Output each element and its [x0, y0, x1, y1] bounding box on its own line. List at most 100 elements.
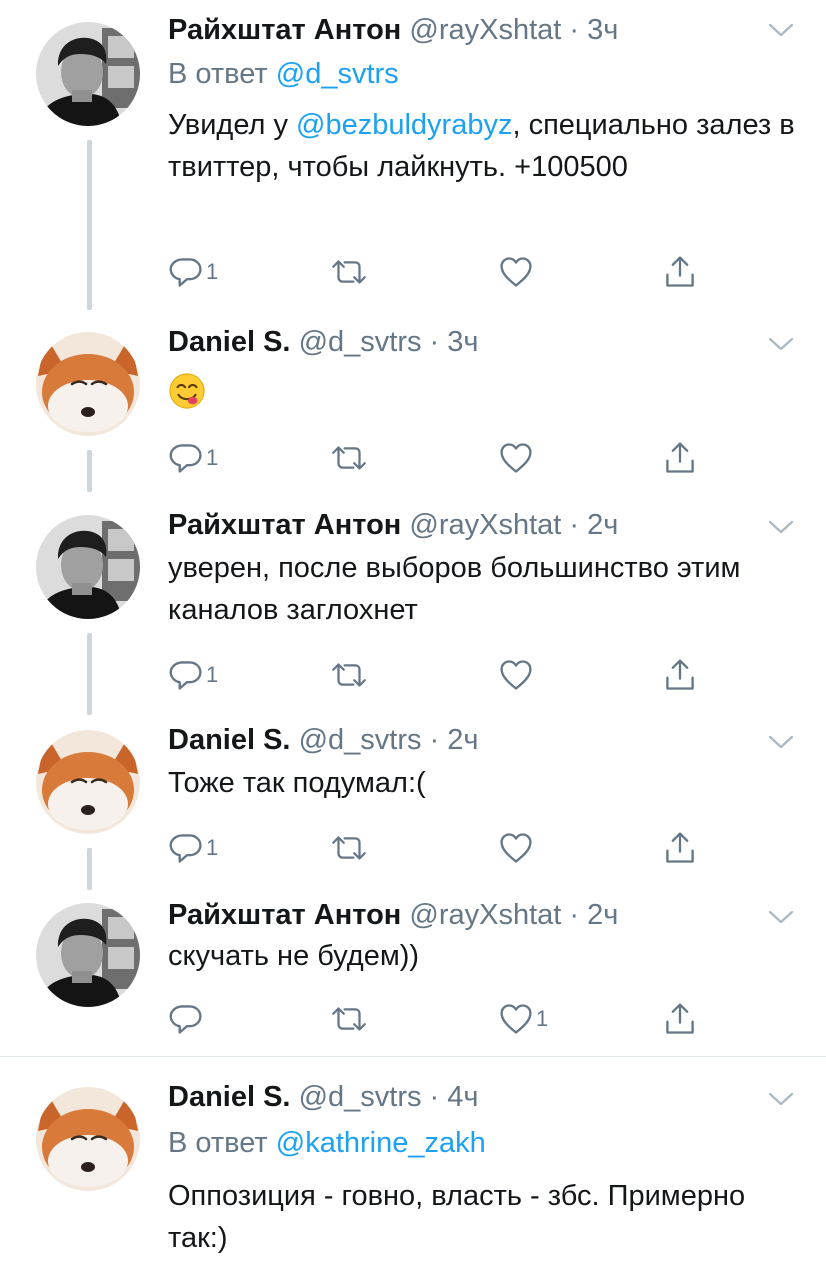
action-bar: 1: [168, 999, 708, 1039]
display-name[interactable]: Daniel S.: [168, 1081, 291, 1113]
user-handle[interactable]: @d_svtrs: [299, 1081, 422, 1113]
tweet-header: Райхштат Антон @rayXshtat · 3ч: [168, 12, 618, 48]
heart-icon: [498, 830, 534, 866]
chevron-down-icon[interactable]: [766, 907, 796, 927]
reply-icon: [168, 1001, 204, 1037]
share-icon: [662, 254, 698, 290]
reply-prefix: В ответ: [168, 1127, 268, 1159]
action-bar: 1: [168, 655, 708, 695]
like-button[interactable]: [498, 438, 536, 478]
heart-icon: [498, 657, 534, 693]
action-bar: 1: [168, 252, 708, 292]
tweet[interactable]: Daniel S. @d_svtrs · 3ч 1: [0, 322, 826, 492]
like-button[interactable]: 1: [498, 999, 548, 1039]
reply-prefix: В ответ: [168, 58, 268, 90]
reply-button[interactable]: 1: [168, 828, 218, 868]
timestamp[interactable]: 2ч: [587, 899, 618, 931]
separator-dot: ·: [429, 1081, 440, 1113]
share-button[interactable]: [662, 438, 698, 478]
share-button[interactable]: [662, 252, 698, 292]
heart-icon: [498, 254, 534, 290]
tweet[interactable]: Daniel S. @d_svtrs · 2ч Тоже так подумал…: [0, 720, 826, 890]
like-button[interactable]: [498, 655, 536, 695]
retweet-icon: [328, 254, 370, 290]
reply-icon: [168, 830, 204, 866]
reply-context: В ответ @kathrine_zakh: [168, 1125, 486, 1161]
like-button[interactable]: [498, 252, 536, 292]
share-icon: [662, 657, 698, 693]
timestamp[interactable]: 4ч: [447, 1081, 478, 1113]
tweet[interactable]: Райхштат Антон @rayXshtat · 3ч В ответ @…: [0, 12, 826, 312]
retweet-button[interactable]: [328, 438, 370, 478]
divider: [0, 1056, 826, 1057]
retweet-icon: [328, 830, 370, 866]
thread-line: [87, 450, 92, 492]
retweet-button[interactable]: [328, 655, 370, 695]
reply-context: В ответ @d_svtrs: [168, 56, 399, 92]
user-handle[interactable]: @d_svtrs: [299, 326, 422, 358]
tweet-header: Райхштат Антон @rayXshtat · 2ч: [168, 897, 618, 933]
display-name[interactable]: Райхштат Антон: [168, 509, 401, 541]
timestamp[interactable]: 3ч: [447, 326, 478, 358]
tweet-header: Daniel S. @d_svtrs · 2ч: [168, 722, 479, 758]
display-name[interactable]: Райхштат Антон: [168, 14, 401, 46]
avatar[interactable]: [36, 332, 140, 436]
timestamp[interactable]: 2ч: [447, 724, 478, 756]
display-name[interactable]: Райхштат Антон: [168, 899, 401, 931]
chevron-down-icon[interactable]: [766, 732, 796, 752]
avatar[interactable]: [36, 730, 140, 834]
retweet-icon: [328, 440, 370, 476]
tweet-text: уверен, после выборов большинство этим к…: [168, 552, 741, 626]
chevron-down-icon[interactable]: [766, 517, 796, 537]
separator-dot: ·: [569, 509, 580, 541]
avatar[interactable]: [36, 1087, 140, 1191]
timestamp[interactable]: 3ч: [587, 14, 618, 46]
reply-mention-link[interactable]: @d_svtrs: [276, 58, 399, 90]
text-part: Увидел у: [168, 109, 297, 141]
tweet[interactable]: Райхштат Антон @rayXshtat · 2ч уверен, п…: [0, 505, 826, 715]
user-handle[interactable]: @d_svtrs: [299, 724, 422, 756]
display-name[interactable]: Daniel S.: [168, 724, 291, 756]
timestamp[interactable]: 2ч: [587, 509, 618, 541]
reply-button[interactable]: [168, 999, 206, 1039]
tweet[interactable]: Daniel S. @d_svtrs · 4ч В ответ @kathrin…: [0, 1077, 826, 1280]
retweet-icon: [328, 1001, 370, 1037]
share-button[interactable]: [662, 828, 698, 868]
thread-line: [87, 848, 92, 890]
chevron-down-icon[interactable]: [766, 20, 796, 40]
share-button[interactable]: [662, 999, 698, 1039]
tweet-header: Daniel S. @d_svtrs · 4ч: [168, 1079, 479, 1115]
reply-button[interactable]: 1: [168, 655, 218, 695]
share-icon: [662, 1001, 698, 1037]
mention-link[interactable]: @bezbuldyrabyz: [296, 109, 512, 141]
thread-line: [87, 633, 92, 715]
reply-button[interactable]: 1: [168, 438, 218, 478]
user-handle[interactable]: @rayXshtat: [409, 509, 561, 541]
share-button[interactable]: [662, 655, 698, 695]
display-name[interactable]: Daniel S.: [168, 326, 291, 358]
chevron-down-icon[interactable]: [766, 1089, 796, 1109]
separator-dot: ·: [429, 326, 440, 358]
like-button[interactable]: [498, 828, 536, 868]
tweet[interactable]: Райхштат Антон @rayXshtat · 2ч скучать н…: [0, 895, 826, 1055]
separator-dot: ·: [569, 14, 580, 46]
reply-mention-link[interactable]: @kathrine_zakh: [276, 1127, 486, 1159]
avatar[interactable]: [36, 22, 140, 126]
tweet-text: Тоже так подумал:(: [168, 767, 426, 799]
action-bar: 1: [168, 438, 708, 478]
user-handle[interactable]: @rayXshtat: [409, 14, 561, 46]
reply-icon: [168, 254, 204, 290]
retweet-button[interactable]: [328, 999, 370, 1039]
avatar[interactable]: [36, 515, 140, 619]
avatar[interactable]: [36, 903, 140, 1007]
reply-count: 1: [206, 259, 219, 284]
retweet-button[interactable]: [328, 828, 370, 868]
chevron-down-icon[interactable]: [766, 334, 796, 354]
action-bar: 1: [168, 828, 708, 868]
user-handle[interactable]: @rayXshtat: [409, 899, 561, 931]
reply-button[interactable]: 1: [168, 252, 218, 292]
retweet-button[interactable]: [328, 252, 370, 292]
tweet-text: скучать не будем)): [168, 940, 420, 972]
reply-count: 1: [206, 662, 219, 687]
tweet-text: Оппозиция - говно, власть - збс. Примерн…: [168, 1180, 746, 1254]
